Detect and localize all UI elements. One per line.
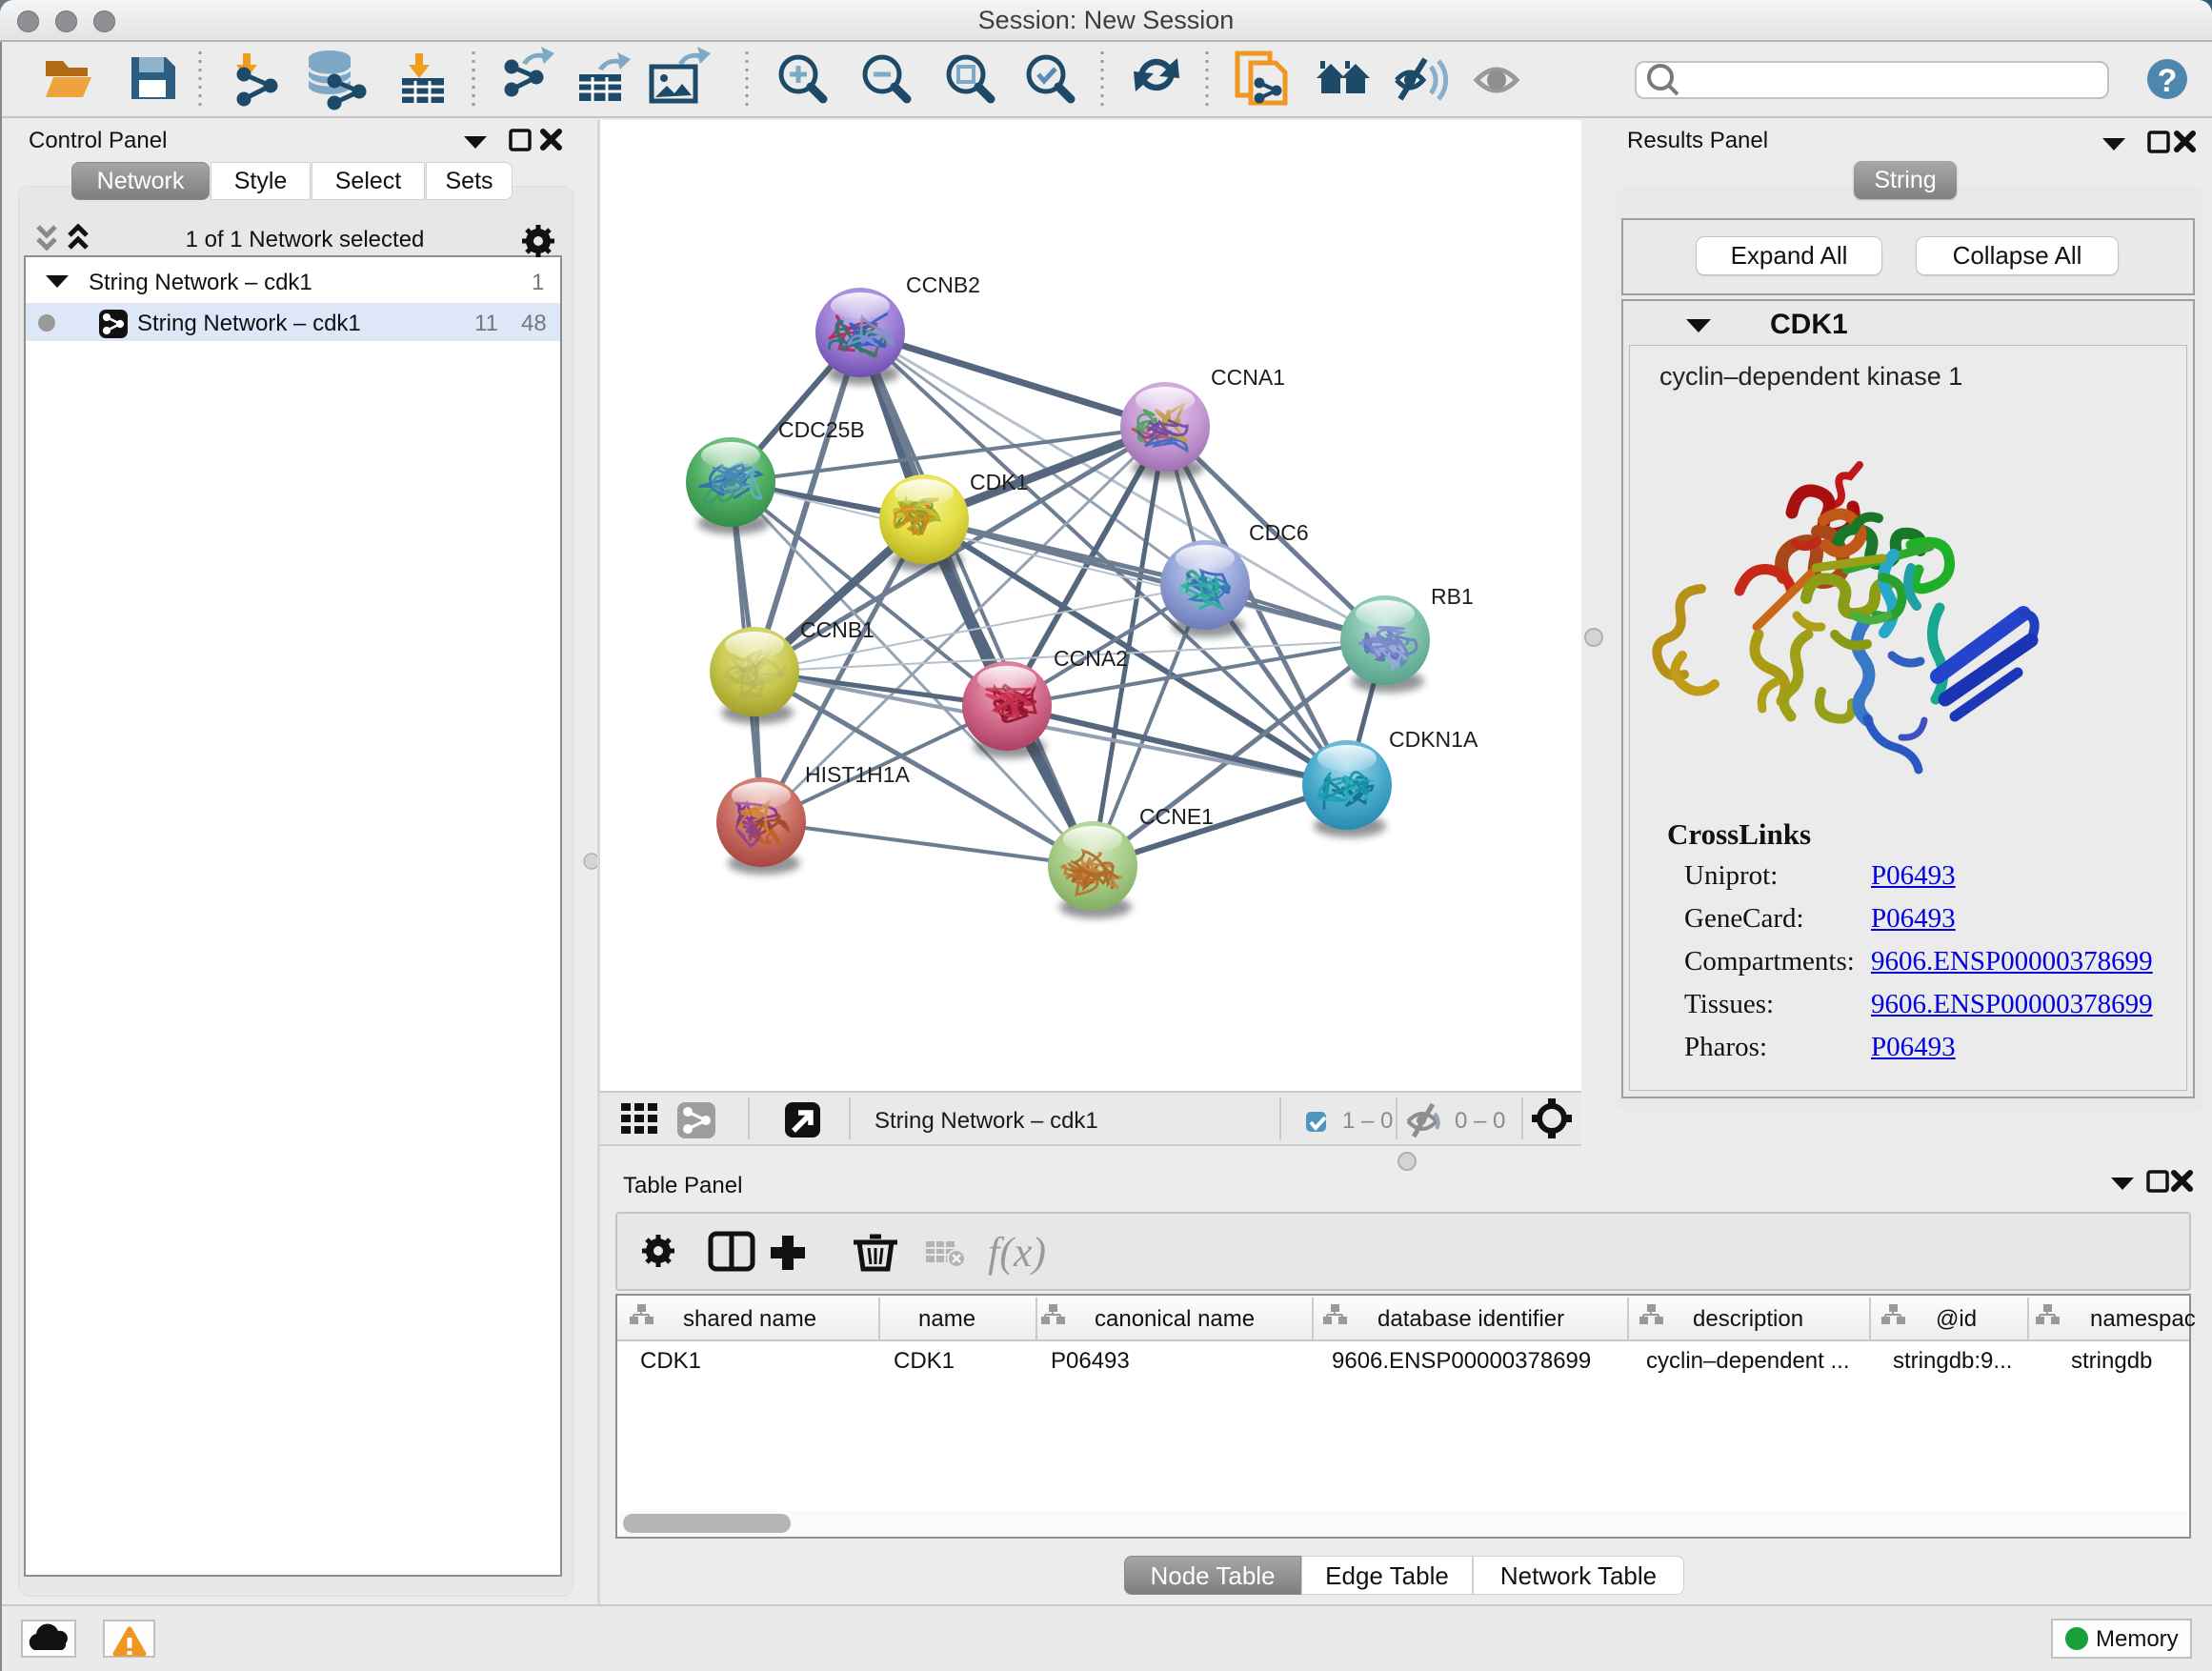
svg-text:CCNA2: CCNA2	[1054, 646, 1128, 671]
svg-text:HIST1H1A: HIST1H1A	[805, 762, 911, 787]
svg-text:CDC6: CDC6	[1249, 520, 1309, 545]
svg-text:?: ?	[2158, 63, 2178, 99]
svg-text:CCNA1: CCNA1	[1211, 365, 1285, 390]
svg-text:f(x): f(x)	[988, 1229, 1046, 1276]
svg-text:CCNB2: CCNB2	[906, 272, 980, 297]
svg-text:CDKN1A: CDKN1A	[1389, 727, 1478, 752]
svg-text:CCNE1: CCNE1	[1139, 804, 1214, 829]
svg-text:RB1: RB1	[1431, 584, 1474, 609]
svg-text:CCNB1: CCNB1	[800, 617, 875, 642]
svg-text:CDK1: CDK1	[970, 470, 1028, 494]
svg-text:CDC25B: CDC25B	[778, 417, 865, 442]
